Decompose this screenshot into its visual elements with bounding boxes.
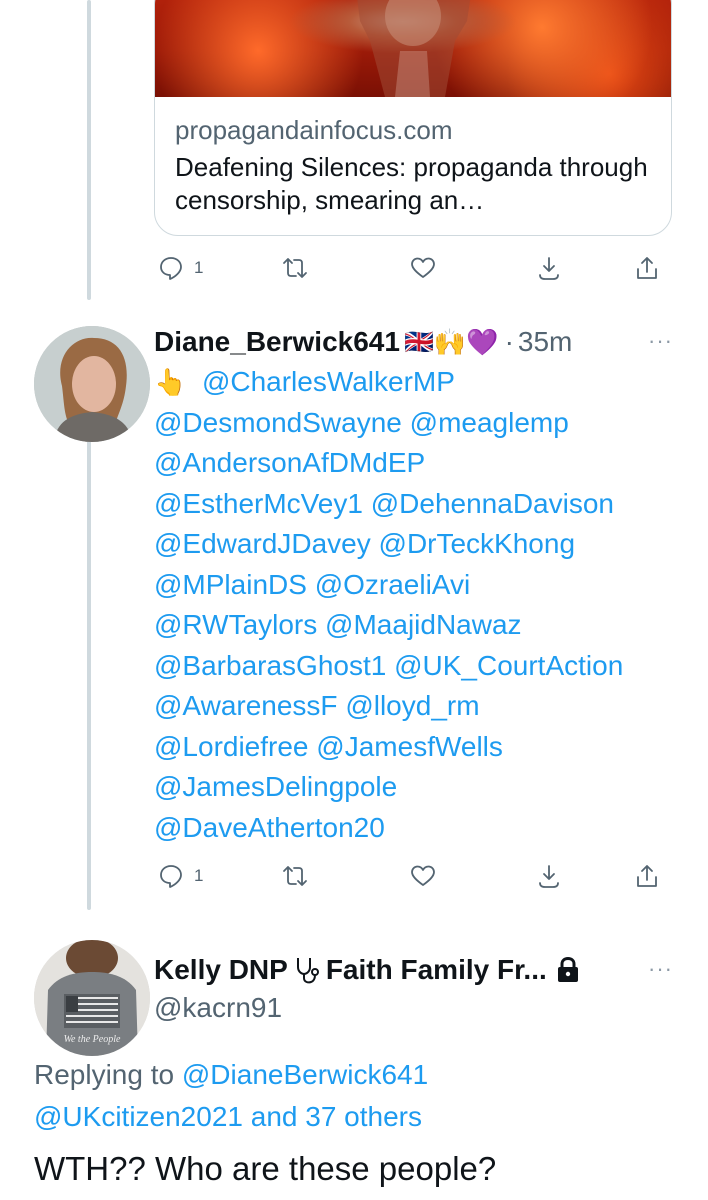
reply-button[interactable]: 1	[158, 248, 203, 288]
mention[interactable]: @DrTeckKhong	[379, 528, 576, 559]
statue-image	[357, 0, 471, 97]
mention[interactable]: @DianeBerwick641	[182, 1059, 428, 1090]
link-card-image	[155, 0, 671, 97]
replying-to-label: Replying to	[34, 1059, 175, 1090]
mention[interactable]: @JamesDelingpole	[154, 771, 397, 802]
tweet-actions: 1	[154, 248, 672, 288]
tweet-line: @RWTaylors @MaajidNawaz	[154, 605, 623, 646]
like-button[interactable]	[410, 248, 436, 288]
display-name[interactable]: Diane_Berwick641	[154, 326, 400, 358]
avatar[interactable]: We the People	[34, 940, 150, 1056]
retweet-icon	[283, 258, 307, 278]
uk-flag-emoji: 🇬🇧	[403, 328, 434, 356]
mention[interactable]: @lloyd_rm	[345, 690, 479, 721]
tweet-line: @DaveAtherton20	[154, 808, 623, 849]
thread-line	[87, 440, 91, 910]
share-icon	[637, 865, 657, 887]
avatar-photo: We the People	[34, 940, 150, 1056]
bookmark-button[interactable]	[536, 248, 562, 288]
tweet-line: @Lordiefree @JamesfWells	[154, 727, 623, 768]
mention[interactable]: @CharlesWalkerMP	[202, 366, 455, 397]
shirt-text: We the People	[64, 1034, 121, 1045]
reply-button[interactable]: 1	[158, 856, 203, 896]
tweet-line: @AwarenessF @lloyd_rm	[154, 686, 623, 727]
thread-line	[87, 0, 91, 300]
replying-to: Replying to @DianeBerwick641 @UKcitizen2…	[34, 1054, 428, 1138]
pointing-up-emoji: 👆	[154, 367, 187, 397]
handle[interactable]: @kacrn91	[154, 992, 282, 1024]
tweet-line: @EstherMcVey1 @DehennaDavison	[154, 484, 623, 525]
lock-icon	[557, 956, 578, 982]
tweet-line: @DesmondSwayne @meaglemp	[154, 403, 623, 444]
tweet-line: @BarbarasGhost1 @UK_CourtAction	[154, 646, 623, 687]
mention[interactable]: @RWTaylors	[154, 609, 317, 640]
mention[interactable]: @DesmondSwayne	[154, 407, 402, 438]
more-icon[interactable]: ···	[648, 956, 673, 982]
mention[interactable]: @DaveAtherton20	[154, 812, 385, 843]
tweet-line: @EdwardJDavey @DrTeckKhong	[154, 524, 623, 565]
purple-heart-emoji: 💜	[466, 326, 499, 357]
share-button[interactable]	[634, 248, 660, 288]
display-name-suffix[interactable]: Faith Family Fr...	[326, 954, 547, 986]
tweet-text: WTH?? Who are these people?	[34, 1150, 497, 1187]
retweet-button[interactable]	[282, 856, 308, 896]
bookmark-icon	[539, 257, 559, 280]
more-icon[interactable]: ···	[648, 328, 673, 354]
link-card-domain: propagandainfocus.com	[175, 115, 453, 145]
mention[interactable]: @AwarenessF	[154, 690, 338, 721]
link-card-title: Deafening Silences: propaganda through c…	[175, 152, 648, 215]
share-icon	[637, 257, 657, 279]
bookmark-icon	[539, 865, 559, 888]
like-button[interactable]	[410, 856, 436, 896]
avatar-photo	[34, 326, 150, 442]
mention[interactable]: @meaglemp	[410, 407, 569, 438]
mention[interactable]: @EdwardJDavey	[154, 528, 371, 559]
tweet-line: @MPlainDS @OzraeliAvi	[154, 565, 623, 606]
reply-icon	[160, 257, 182, 280]
link-card[interactable]: propagandainfocus.com Deafening Silences…	[154, 0, 672, 236]
tweet-header: Diane_Berwick641 🇬🇧 🙌 💜 · 35m	[154, 322, 572, 362]
retweet-button[interactable]	[282, 248, 308, 288]
separator: ·	[504, 326, 514, 357]
timestamp[interactable]: 35m	[518, 326, 572, 358]
tweet-actions: 1	[154, 856, 672, 896]
display-name[interactable]: Kelly DNP	[154, 954, 288, 986]
tweet-text: 👆 @CharlesWalkerMP @DesmondSwayne @meagl…	[154, 362, 623, 848]
mention[interactable]: @MPlainDS	[154, 569, 307, 600]
mention[interactable]: @OzraeliAvi	[315, 569, 471, 600]
mention[interactable]: @EstherMcVey1	[154, 488, 363, 519]
mention[interactable]: @MaajidNawaz	[325, 609, 522, 640]
reply-icon	[160, 865, 182, 888]
mention[interactable]: @JamesfWells	[316, 731, 503, 762]
tweet-header: Kelly DNP Faith Family Fr...	[154, 950, 581, 990]
raising-hands-emoji: 🙌	[433, 326, 467, 357]
share-button[interactable]	[634, 856, 660, 896]
reply-count: 1	[194, 258, 204, 277]
mention[interactable]: @BarbarasGhost1	[154, 650, 386, 681]
like-icon	[411, 865, 435, 886]
mention[interactable]: @Lordiefree	[154, 731, 309, 762]
stethoscope-icon	[296, 958, 319, 984]
others-link[interactable]: and 37 others	[251, 1101, 422, 1132]
tweet-line: @JamesDelingpole	[154, 767, 623, 808]
tweet-line: @AndersonAfDMdEP	[154, 443, 623, 484]
retweet-icon	[283, 866, 307, 886]
mention[interactable]: @UK_CourtAction	[394, 650, 623, 681]
replying-to-line: Replying to @DianeBerwick641	[34, 1054, 428, 1096]
mention[interactable]: @UKcitizen2021	[34, 1101, 243, 1132]
mention[interactable]: @DehennaDavison	[371, 488, 614, 519]
replying-to-line: @UKcitizen2021 and 37 others	[34, 1096, 428, 1138]
like-icon	[411, 257, 435, 278]
tweet-line: 👆 @CharlesWalkerMP	[154, 362, 623, 403]
avatar[interactable]	[34, 326, 150, 442]
reply-count: 1	[194, 866, 204, 885]
mention[interactable]: @AndersonAfDMdEP	[154, 447, 425, 478]
bookmark-button[interactable]	[536, 856, 562, 896]
